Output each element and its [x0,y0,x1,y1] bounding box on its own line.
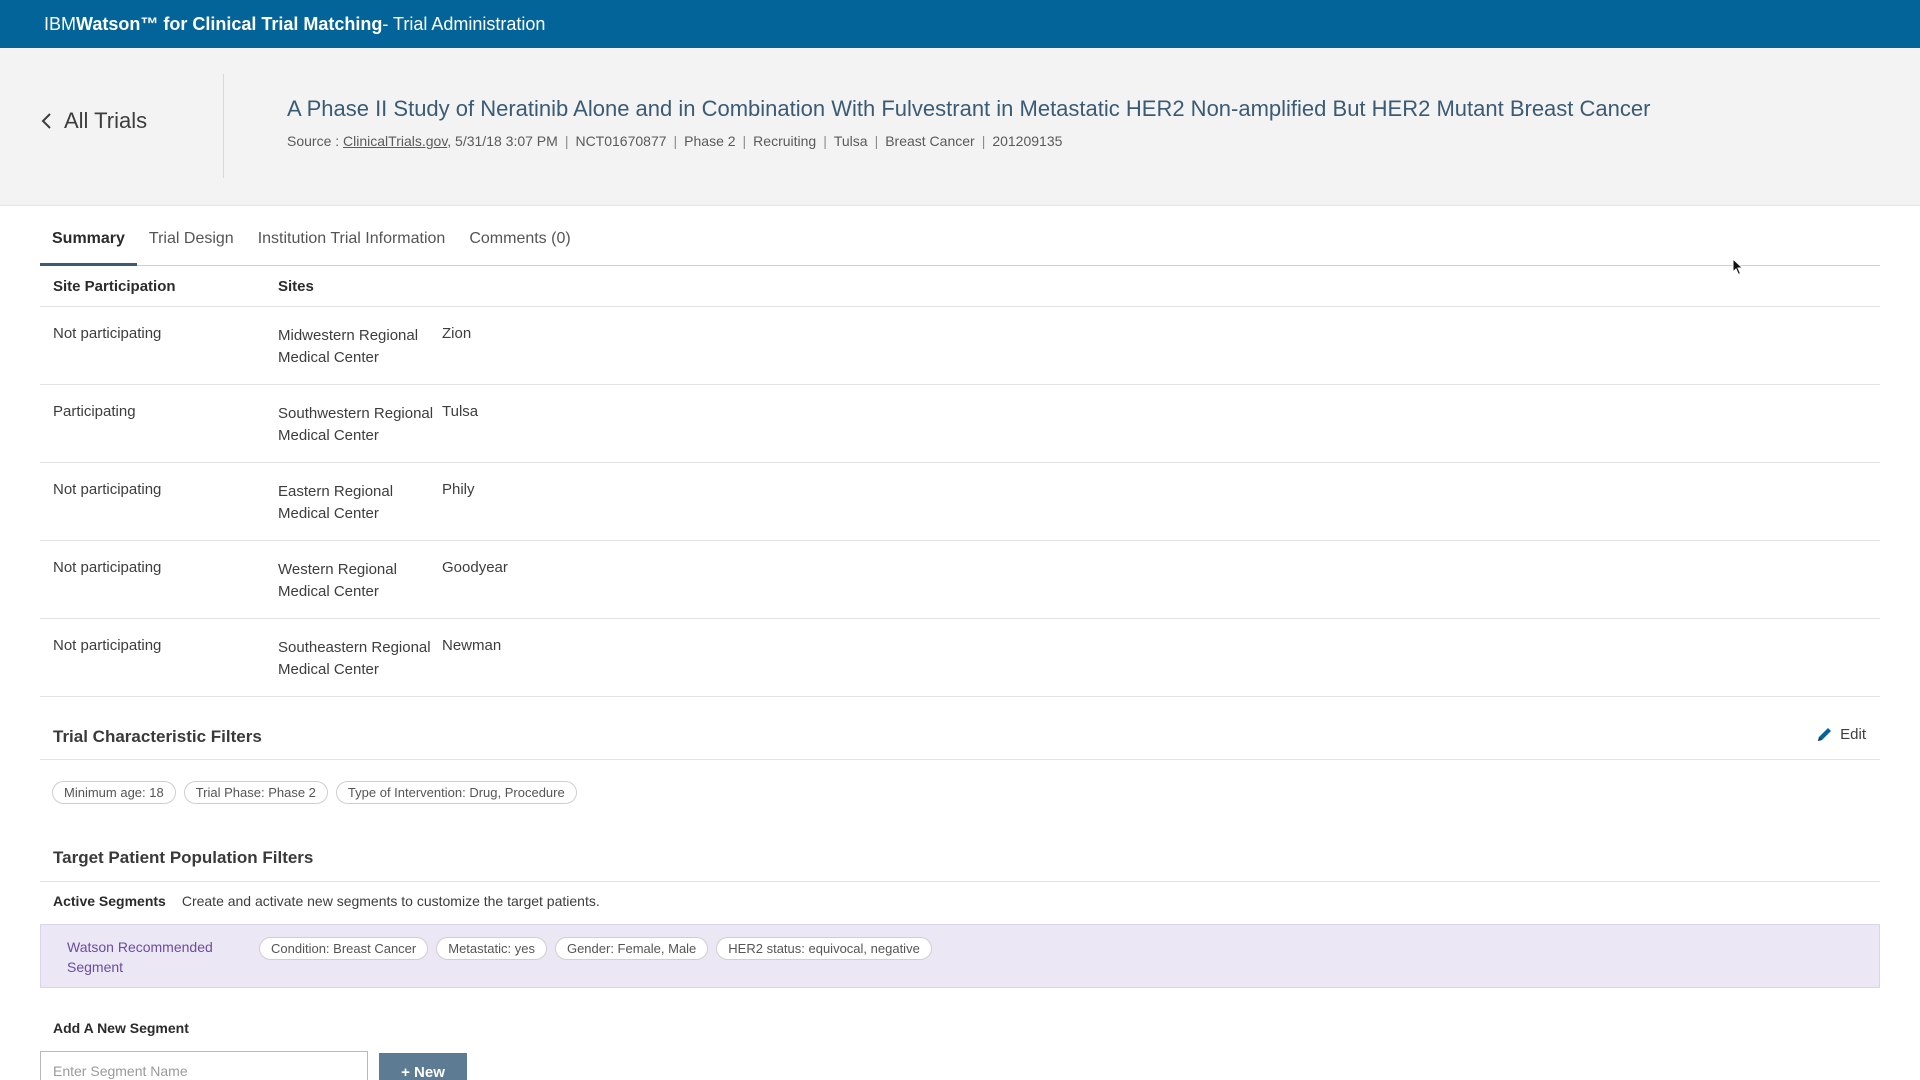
site-participation: Not participating [53,481,162,498]
source-link[interactable]: ClinicalTrials.gov [343,133,447,149]
watson-recommended-segment[interactable]: Watson Recommended Segment Condition: Br… [40,924,1880,988]
site-participation: Not participating [53,637,162,654]
active-segments-title: Active Segments [53,893,166,909]
source-label: Source : [287,133,344,149]
edit-filters-button[interactable]: Edit [1816,725,1866,743]
table-row: Not participating Southeastern Regional … [40,619,1880,697]
back-label: All Trials [64,108,148,133]
tab-summary[interactable]: Summary [40,222,137,266]
site-name: Midwestern Regional Medical Center [278,327,419,366]
mouse-cursor-icon [1732,258,1744,276]
site-name: Eastern Regional Medical Center [278,483,394,522]
tab-institution-trial-information[interactable]: Institution Trial Information [246,222,458,266]
segment-name: Watson Recommended Segment [67,939,213,975]
header-divider [223,74,224,178]
table-row: Participating Southwestern Regional Medi… [40,385,1880,463]
chevron-left-icon [41,113,51,129]
site-participation: Not participating [53,559,162,576]
meta-nct-id: NCT01670877 [575,133,667,149]
segment-chip: Gender: Female, Male [554,937,709,960]
pencil-icon [1818,728,1832,741]
add-segment-title: Add A New Segment [53,1020,189,1036]
section-title: Trial Characteristic Filters [53,727,262,746]
filter-chip[interactable]: Minimum age: 18 [52,781,176,804]
site-name: Southeastern Regional Medical Center [278,639,431,678]
all-trials-back-link[interactable]: All Trials [40,108,147,134]
segment-chips: Condition: Breast Cancer Metastatic: yes G… [259,937,940,960]
brand-name: Watson™ for Clinical Trial Matching [76,13,383,34]
brand-prefix: IBM [44,13,77,34]
population-filters-section-header: Target Patient Population Filters [40,830,1880,882]
segment-chip: HER2 status: equivocal, negative [716,937,932,960]
tab-comments[interactable]: Comments (0) [457,222,582,266]
meta-status: Recruiting [753,133,817,149]
tab-trial-design[interactable]: Trial Design [137,222,246,266]
segment-chip: Condition: Breast Cancer [259,937,429,960]
table-row: Not participating Eastern Regional Medic… [40,463,1880,541]
meta-date: , 5/31/18 3:07 PM [447,133,558,149]
meta-location: Tulsa [833,133,868,149]
filter-chip[interactable]: Type of Intervention: Drug, Procedure [335,781,577,804]
trial-meta: Source : ClinicalTrials.gov, 5/31/18 3:0… [287,133,1063,149]
trial-title: A Phase II Study of Neratinib Alone and … [287,96,1651,121]
tab-bar: Summary Trial Design Institution Trial I… [40,222,1880,266]
site-name: Southwestern Regional Medical Center [278,405,434,444]
app-topbar: IBM Watson™ for Clinical Trial Matching … [0,0,1920,48]
trial-filter-chips: Minimum age: 18 Trial Phase: Phase 2 Type … [52,781,585,804]
new-segment-button[interactable]: + New [379,1053,467,1080]
sites-table-header: Site Participation Sites [40,266,1880,307]
meta-phase: Phase 2 [684,133,736,149]
edit-label: Edit [1840,725,1866,743]
site-participation: Not participating [53,325,162,342]
site-city: Tulsa [442,403,479,420]
site-city: Zion [442,325,472,342]
site-city: Newman [442,637,502,654]
site-name: Western Regional Medical Center [278,561,397,600]
brand-suffix: - Trial Administration [382,13,546,34]
filter-chip[interactable]: Trial Phase: Phase 2 [183,781,328,804]
table-row: Not participating Midwestern Regional Me… [40,307,1880,385]
meta-protocol-id: 201209135 [992,133,1063,149]
meta-condition: Breast Cancer [885,133,975,149]
site-city: Phily [442,481,475,498]
site-city: Goodyear [442,559,508,576]
active-segments-description: Create and activate new segments to cust… [181,893,600,909]
trial-filters-section-header: Trial Characteristic Filters Edit [40,697,1880,760]
trial-header: All Trials A Phase II Study of Neratinib… [0,48,1920,206]
site-participation: Participating [53,403,136,420]
section-title: Target Patient Population Filters [53,848,314,867]
column-header-sites: Sites [278,278,314,295]
column-header-participation: Site Participation [53,278,176,295]
segment-name-input[interactable] [40,1051,368,1080]
table-row: Not participating Western Regional Medic… [40,541,1880,619]
active-segments-label: Active Segments Create and activate new s… [53,893,600,909]
segment-chip: Metastatic: yes [436,937,547,960]
